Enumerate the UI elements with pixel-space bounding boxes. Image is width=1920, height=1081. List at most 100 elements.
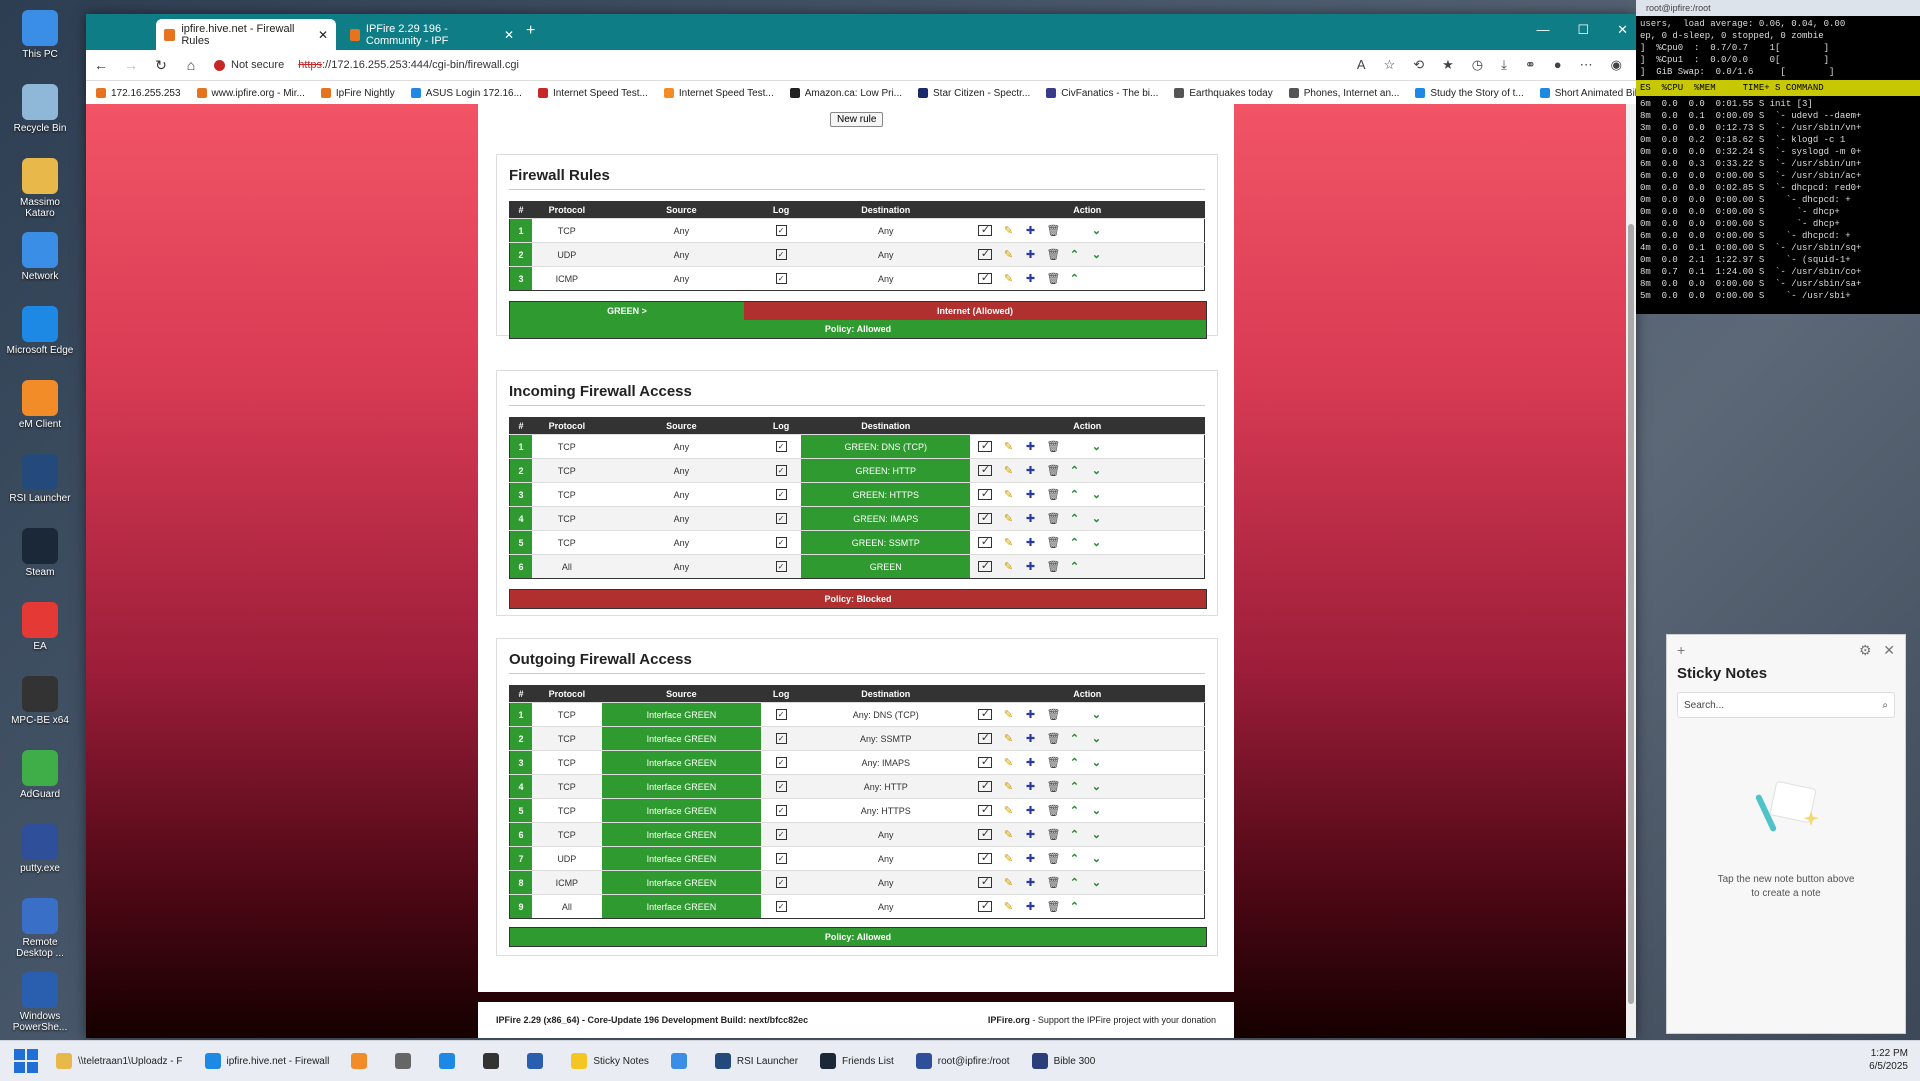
maximize-icon[interactable]: ☐ xyxy=(1577,22,1589,38)
sticky-search-input[interactable]: Search... ⌕ xyxy=(1677,692,1895,718)
move-up-icon[interactable]: ⌃ xyxy=(1068,536,1080,549)
enable-checkbox[interactable]: ✓ xyxy=(978,709,993,720)
log-checkbox[interactable]: ✓ xyxy=(775,465,787,476)
taskbar-app[interactable]: ipfire.hive.net - Firewall xyxy=(204,1053,329,1069)
log-checkbox[interactable]: ✓ xyxy=(775,441,787,452)
enable-checkbox[interactable]: ✓ xyxy=(978,781,993,792)
favorite-link[interactable]: IpFire Nightly xyxy=(320,88,395,99)
enable-checkbox[interactable]: ✓ xyxy=(978,249,993,260)
enable-checkbox[interactable]: ✓ xyxy=(978,757,993,768)
favorite-link[interactable]: Short Animated Bibl... xyxy=(1539,88,1636,99)
delete-icon[interactable]: 🗑 xyxy=(1046,512,1060,525)
tab-community[interactable]: IPFire 2.29 196 - Community - IPF ✕ xyxy=(342,19,522,50)
move-down-icon[interactable]: ⌄ xyxy=(1090,512,1102,525)
log-checkbox[interactable]: ✓ xyxy=(775,853,787,864)
move-down-icon[interactable]: ⌄ xyxy=(1090,804,1102,817)
move-down-icon[interactable]: ⌄ xyxy=(1090,828,1102,841)
move-up-icon[interactable]: ⌃ xyxy=(1068,248,1080,261)
minimize-icon[interactable]: — xyxy=(1536,22,1549,38)
copy-rule-icon[interactable]: ✚ xyxy=(1024,876,1036,889)
edit-icon[interactable]: ✎ xyxy=(1002,560,1014,573)
taskbar-app[interactable] xyxy=(527,1053,549,1069)
move-up-icon[interactable]: ⌃ xyxy=(1068,804,1080,817)
desktop-icon[interactable]: Remote Desktop ... xyxy=(4,894,76,964)
scrollbar-thumb[interactable] xyxy=(1628,224,1634,1004)
delete-icon[interactable]: 🗑 xyxy=(1046,560,1060,573)
desktop-icon[interactable]: putty.exe xyxy=(4,820,76,890)
close-tab-icon[interactable]: ✕ xyxy=(318,28,328,42)
copy-rule-icon[interactable]: ✚ xyxy=(1024,804,1036,817)
edit-icon[interactable]: ✎ xyxy=(1002,732,1014,745)
not-secure-indicator[interactable]: Not secure xyxy=(214,59,284,71)
favorite-link[interactable]: Study the Story of t... xyxy=(1415,88,1524,99)
desktop-icon[interactable]: Windows PowerShe... xyxy=(4,968,76,1038)
move-up-icon[interactable]: ⌃ xyxy=(1068,780,1080,793)
log-checkbox[interactable]: ✓ xyxy=(775,537,787,548)
read-aloud-icon[interactable]: A xyxy=(1357,57,1366,73)
taskbar-app[interactable] xyxy=(395,1053,417,1069)
edit-icon[interactable]: ✎ xyxy=(1002,224,1014,237)
desktop-icon[interactable]: EA xyxy=(4,598,76,668)
taskbar-app[interactable]: \\teletraan1\Uploadz - F xyxy=(56,1053,183,1069)
taskbar-app[interactable]: RSI Launcher xyxy=(714,1053,798,1069)
move-up-icon[interactable]: ⌃ xyxy=(1068,272,1080,285)
delete-icon[interactable]: 🗑 xyxy=(1046,756,1060,769)
back-icon[interactable]: ← xyxy=(86,57,116,73)
move-down-icon[interactable]: ⌄ xyxy=(1090,464,1102,477)
copy-rule-icon[interactable]: ✚ xyxy=(1024,828,1036,841)
copy-rule-icon[interactable]: ✚ xyxy=(1024,708,1036,721)
log-checkbox[interactable]: ✓ xyxy=(775,877,787,888)
extensions-icon[interactable]: ⟲ xyxy=(1413,57,1424,73)
enable-checkbox[interactable]: ✓ xyxy=(978,805,993,816)
enable-checkbox[interactable]: ✓ xyxy=(978,513,993,524)
log-checkbox[interactable]: ✓ xyxy=(775,249,787,260)
move-down-icon[interactable]: ⌄ xyxy=(1090,756,1102,769)
move-up-icon[interactable]: ⌃ xyxy=(1068,828,1080,841)
close-tab-icon[interactable]: ✕ xyxy=(504,28,514,42)
log-checkbox[interactable]: ✓ xyxy=(775,757,787,768)
move-down-icon[interactable]: ⌄ xyxy=(1090,440,1102,453)
page-scrollbar[interactable] xyxy=(1626,104,1636,1038)
move-down-icon[interactable]: ⌄ xyxy=(1090,488,1102,501)
move-down-icon[interactable]: ⌄ xyxy=(1090,876,1102,889)
enable-checkbox[interactable]: ✓ xyxy=(978,465,993,476)
new-tab-icon[interactable]: + xyxy=(526,22,535,40)
enable-checkbox[interactable]: ✓ xyxy=(978,489,993,500)
copy-rule-icon[interactable]: ✚ xyxy=(1024,512,1036,525)
refresh-icon[interactable]: ↻ xyxy=(146,57,176,74)
favorite-link[interactable]: Star Citizen - Spectr... xyxy=(918,88,1030,99)
taskbar-app[interactable]: root@ipfire:/root xyxy=(915,1053,1010,1069)
desktop-icon[interactable]: AdGuard xyxy=(4,746,76,816)
delete-icon[interactable]: 🗑 xyxy=(1046,464,1060,477)
delete-icon[interactable]: 🗑 xyxy=(1046,828,1060,841)
taskbar-app[interactable]: Bible 300 xyxy=(1031,1053,1095,1069)
url-field[interactable]: https://172.16.255.253:444/cgi-bin/firew… xyxy=(298,59,519,71)
delete-icon[interactable]: 🗑 xyxy=(1046,876,1060,889)
close-window-icon[interactable]: ✕ xyxy=(1617,22,1628,38)
edit-icon[interactable]: ✎ xyxy=(1002,804,1014,817)
edit-icon[interactable]: ✎ xyxy=(1002,536,1014,549)
log-checkbox[interactable]: ✓ xyxy=(775,709,787,720)
enable-checkbox[interactable]: ✓ xyxy=(978,853,993,864)
copy-rule-icon[interactable]: ✚ xyxy=(1024,224,1036,237)
enable-checkbox[interactable]: ✓ xyxy=(978,829,993,840)
enable-checkbox[interactable]: ✓ xyxy=(978,901,993,912)
log-checkbox[interactable]: ✓ xyxy=(775,273,787,284)
move-down-icon[interactable]: ⌄ xyxy=(1090,708,1102,721)
edit-icon[interactable]: ✎ xyxy=(1002,440,1014,453)
move-up-icon[interactable]: ⌃ xyxy=(1068,756,1080,769)
move-down-icon[interactable]: ⌄ xyxy=(1090,780,1102,793)
favorite-link[interactable]: Earthquakes today xyxy=(1174,88,1273,99)
favorite-link[interactable]: Internet Speed Test... xyxy=(663,88,774,99)
history-icon[interactable]: ◷ xyxy=(1472,57,1483,73)
tab-firewall-rules[interactable]: ipfire.hive.net - Firewall Rules ✕ xyxy=(156,19,336,50)
copilot-icon[interactable]: ◉ xyxy=(1611,57,1622,73)
log-checkbox[interactable]: ✓ xyxy=(775,225,787,236)
copy-rule-icon[interactable]: ✚ xyxy=(1024,732,1036,745)
delete-icon[interactable]: 🗑 xyxy=(1046,780,1060,793)
enable-checkbox[interactable]: ✓ xyxy=(978,225,993,236)
favorite-link[interactable]: Internet Speed Test... xyxy=(537,88,648,99)
move-up-icon[interactable]: ⌃ xyxy=(1068,876,1080,889)
favorite-star-icon[interactable]: ☆ xyxy=(1384,57,1396,73)
move-up-icon[interactable]: ⌃ xyxy=(1068,512,1080,525)
